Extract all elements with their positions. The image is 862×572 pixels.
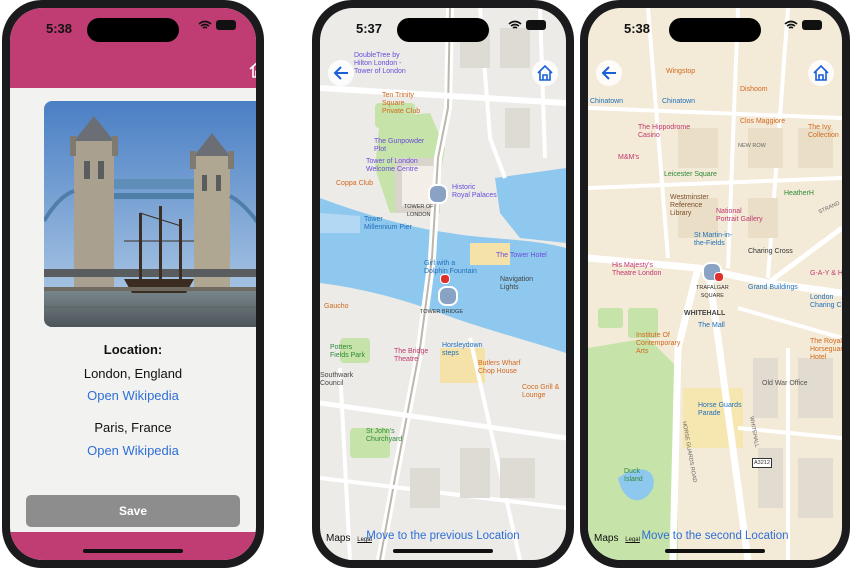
phone-frame-1: 5:38 Location: London, England Open Wiki…: [2, 0, 264, 568]
poi-label[interactable]: DoubleTree by Hilton London - Tower of Lon…: [354, 52, 406, 76]
poi-label[interactable]: St John's Churchyard: [366, 428, 402, 444]
poi-label[interactable]: Tower of London Welcome Centre: [366, 158, 418, 174]
location-marker[interactable]: [440, 274, 450, 284]
landmark-pin[interactable]: [438, 286, 458, 306]
poi-label[interactable]: Westminster Reference Library: [670, 194, 709, 218]
poi-label[interactable]: Duck Island: [624, 468, 643, 484]
status-time: 5:37: [356, 21, 383, 36]
poi-label[interactable]: Chinatown: [662, 98, 695, 106]
home-indicator: [83, 549, 183, 553]
poi-label[interactable]: The Ivy Collection: [808, 124, 839, 140]
dynamic-island: [397, 18, 489, 42]
poi-label[interactable]: Horse Guards Parade: [698, 402, 742, 418]
poi-label[interactable]: National Portrait Gallery: [716, 208, 763, 224]
location-marker[interactable]: [714, 272, 724, 282]
home-button[interactable]: [532, 60, 558, 86]
road-label: NEW ROW: [738, 143, 766, 149]
battery-icon: [526, 20, 546, 30]
poi-label[interactable]: G-A-Y & H: [810, 270, 842, 278]
status-time: 5:38: [46, 21, 73, 36]
poi-label[interactable]: St Martin-in-the-Fields: [694, 232, 732, 248]
detail-screen: 5:38 Location: London, England Open Wiki…: [10, 8, 256, 560]
map-screen-trafalgar: 5:38 Wingstop Dishoom Chinatown Chinatow…: [588, 8, 842, 560]
poi-label[interactable]: Girl with a Dolphin Fountain: [424, 260, 477, 276]
back-arrow-icon: [333, 66, 348, 80]
poi-label[interactable]: Grand Buildings: [748, 284, 798, 292]
landmark-pin[interactable]: [428, 184, 448, 204]
map-screen-tower-bridge: 5:37 DoubleTree by Hilton London - Tower o…: [320, 8, 566, 560]
back-button[interactable]: [596, 60, 622, 86]
poi-label[interactable]: Navigation Lights: [500, 276, 533, 292]
poi-label[interactable]: Historic Royal Palaces: [452, 184, 497, 200]
poi-label[interactable]: Institute Of Contemporary Arts: [636, 332, 680, 356]
poi-label[interactable]: Chinatown: [590, 98, 623, 106]
dynamic-island: [669, 18, 761, 42]
status-time: 5:38: [624, 21, 651, 36]
landmark-label[interactable]: TOWER BRIDGE: [420, 308, 463, 316]
back-arrow-icon: [601, 66, 616, 80]
poi-label[interactable]: The Hippodrome Casino: [638, 124, 690, 140]
poi-label[interactable]: Wingstop: [666, 68, 695, 76]
location-photo: [44, 101, 256, 327]
wifi-icon: [784, 20, 798, 29]
dynamic-island: [87, 18, 179, 42]
road-sign: A3212: [752, 458, 772, 468]
poi-label[interactable]: His Majesty's Theatre London: [612, 262, 661, 278]
landmark-label[interactable]: TRAFALGAR SQUARE: [696, 284, 729, 300]
status-icons: [508, 20, 546, 30]
location-title: Location:: [103, 342, 163, 357]
wikipedia-link[interactable]: Open Wikipedia: [10, 443, 256, 458]
place-name: Paris, France: [94, 420, 172, 435]
poi-label[interactable]: LondonCharing Cross: [810, 294, 842, 310]
poi-label[interactable]: Horsleydown steps: [442, 342, 482, 358]
poi-label[interactable]: Tower Millennium Pier: [364, 216, 412, 232]
poi-label[interactable]: Old War Office: [762, 380, 808, 388]
poi-label[interactable]: M&M's: [618, 154, 639, 162]
status-icons: [784, 20, 822, 30]
poi-label[interactable]: The RoyalHorseguardsHotel: [810, 338, 842, 362]
poi-label[interactable]: Potters Fields Park: [330, 344, 365, 360]
poi-label[interactable]: The Gunpowder Plot: [374, 138, 424, 154]
home-icon: [813, 64, 829, 81]
wikipedia-link[interactable]: Open Wikipedia: [10, 388, 256, 403]
save-button[interactable]: Save: [26, 495, 240, 527]
poi-label[interactable]: Dishoom: [740, 86, 768, 94]
move-previous-location-link[interactable]: Move to the previous Location: [320, 530, 566, 542]
poi-label[interactable]: Gaucho: [324, 303, 349, 311]
poi-label[interactable]: The Mall: [698, 322, 725, 330]
wifi-icon: [508, 20, 522, 29]
poi-label[interactable]: Coco Grill & Lounge: [522, 384, 559, 400]
poi-label[interactable]: Coppa Club: [336, 180, 373, 188]
area-label[interactable]: WHITEHALL: [684, 310, 725, 318]
home-icon[interactable]: [248, 59, 256, 79]
phone-frame-2: 5:37 DoubleTree by Hilton London - Tower o…: [312, 0, 574, 568]
poi-label[interactable]: The Tower Hotel: [496, 252, 547, 260]
poi-label[interactable]: Charing Cross: [748, 248, 793, 256]
home-indicator: [393, 549, 493, 553]
move-second-location-link[interactable]: Move to the second Location: [588, 530, 842, 542]
wifi-icon: [198, 20, 212, 29]
status-icons: [198, 20, 236, 30]
home-button[interactable]: [808, 60, 834, 86]
poi-label[interactable]: Southwark Council: [320, 372, 353, 388]
poi-label[interactable]: Butlers Wharf Chop House: [478, 360, 520, 376]
battery-icon: [802, 20, 822, 30]
poi-label[interactable]: HeatherH: [784, 190, 814, 198]
home-icon: [537, 64, 553, 81]
place-name: London, England: [83, 366, 183, 381]
back-button[interactable]: [328, 60, 354, 86]
footer-bar: [10, 532, 256, 560]
battery-icon: [216, 20, 236, 30]
poi-label[interactable]: Clos Maggiore: [740, 118, 785, 126]
poi-label[interactable]: Leicester Square: [664, 171, 717, 179]
phone-frame-3: 5:38 Wingstop Dishoom Chinatown Chinatow…: [580, 0, 850, 568]
poi-label[interactable]: Ten Trinity Square Private Club: [382, 92, 420, 116]
home-indicator: [665, 549, 765, 553]
poi-label[interactable]: The Bridge Theatre: [394, 348, 428, 364]
